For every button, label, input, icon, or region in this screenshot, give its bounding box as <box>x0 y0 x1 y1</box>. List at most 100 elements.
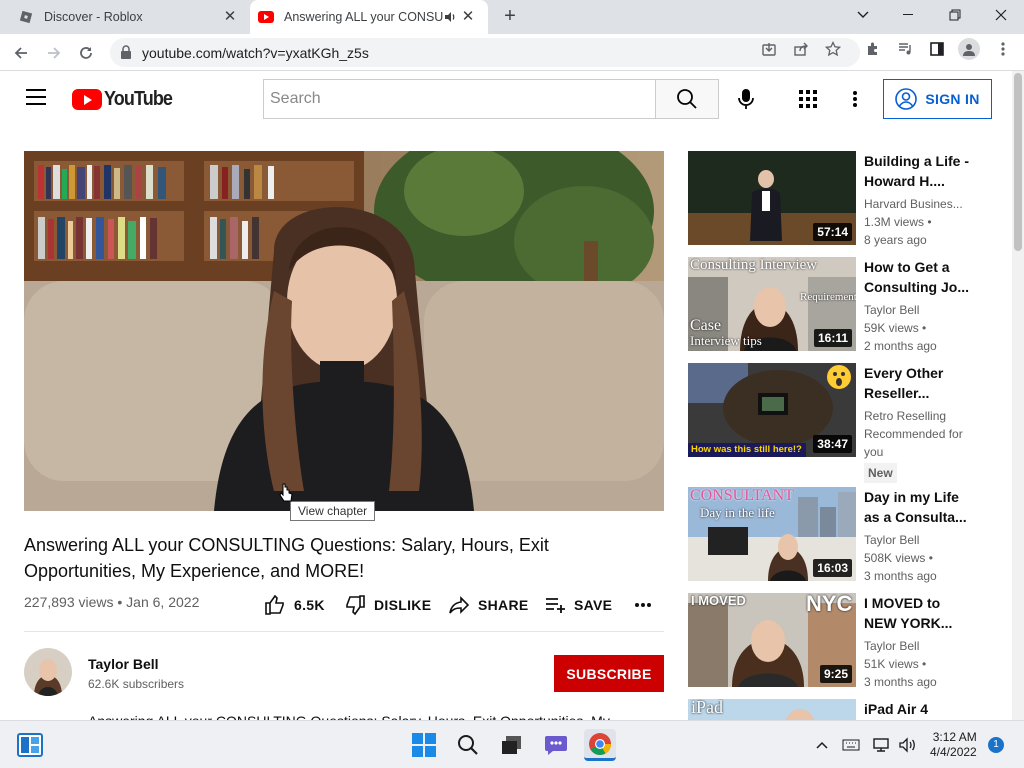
profile-avatar-icon[interactable] <box>958 38 980 60</box>
search-button[interactable] <box>655 79 719 119</box>
rec-age: 2 months ago <box>864 339 937 353</box>
duration-badge: 9:25 <box>819 665 852 683</box>
thumb-text: Consulting Interview <box>690 257 818 273</box>
rec-age: 3 months ago <box>864 675 937 689</box>
rec-title: iPad Air 4 <box>864 701 929 717</box>
lock-icon[interactable] <box>120 45 132 64</box>
thumb-text: Day in the life <box>700 505 775 520</box>
video-thumbnail[interactable]: How was this still here!? 38:47 <box>688 363 856 457</box>
tab-youtube[interactable]: Answering ALL your CONSUL ✕ <box>250 0 488 34</box>
share-page-icon[interactable] <box>792 40 810 58</box>
search-input[interactable]: Search <box>263 79 656 119</box>
menu-hamburger-icon[interactable] <box>26 89 46 109</box>
video-thumbnail[interactable]: 57:14 <box>688 151 856 245</box>
bookmark-star-icon[interactable] <box>824 40 842 58</box>
youtube-masthead: YouTube Search SIGN IN <box>0 71 1012 127</box>
audio-playing-icon[interactable] <box>443 10 457 27</box>
volume-icon[interactable] <box>896 729 918 761</box>
search-icon[interactable] <box>452 729 484 761</box>
chevron-up-icon[interactable] <box>812 729 832 761</box>
channel-avatar[interactable] <box>24 648 72 696</box>
rec-meta: Retro Reselling Recommended for you New <box>864 407 974 483</box>
recommendation-item[interactable]: CONSULTANT Day in the life 16:03 Day in … <box>688 487 1008 583</box>
rec-title: I MOVED to NEW YORK... <box>864 595 953 631</box>
minimize-button[interactable] <box>886 0 932 30</box>
share-label: SHARE <box>478 597 529 613</box>
share-button[interactable]: SHARE <box>448 593 529 617</box>
recommendation-item[interactable]: iPad iPad Air 4 <box>688 699 1008 720</box>
save-label: SAVE <box>574 597 613 613</box>
youtube-logo[interactable]: YouTube <box>72 88 180 111</box>
video-title: Answering ALL your CONSULTING Questions:… <box>24 535 549 581</box>
video-thumbnail[interactable]: Consulting Interview Requirements Case I… <box>688 257 856 351</box>
forward-button[interactable] <box>42 41 66 65</box>
scrollbar-thumb[interactable] <box>1014 73 1022 251</box>
side-panel-icon[interactable] <box>928 40 946 58</box>
like-button[interactable]: 6.5K <box>264 593 325 617</box>
windows-taskbar: 3:12 AM 4/4/2022 1 <box>0 720 1024 768</box>
video-thumbnail[interactable]: I MOVED NYC 9:25 <box>688 593 856 687</box>
tab-roblox[interactable]: Discover - Roblox ✕ <box>0 0 250 34</box>
duration-badge: 16:11 <box>813 329 852 347</box>
extensions-icon[interactable] <box>864 40 882 58</box>
rec-views: 1.3M views • <box>864 215 932 229</box>
address-bar[interactable]: youtube.com/watch?v=yxatKGh_z5s <box>110 38 860 67</box>
close-tab-icon[interactable]: ✕ <box>460 9 476 25</box>
browser-menu-icon[interactable] <box>994 40 1012 58</box>
more-actions-icon[interactable] <box>634 593 652 617</box>
apps-grid-icon[interactable] <box>796 87 820 111</box>
recommendation-item[interactable]: How was this still here!? 38:47 Every Ot… <box>688 363 1008 483</box>
share-icon <box>449 596 470 614</box>
back-button[interactable] <box>9 41 33 65</box>
restore-button[interactable] <box>932 0 978 30</box>
chat-teams-icon[interactable] <box>540 729 572 761</box>
duration-badge: 38:47 <box>813 435 852 453</box>
duration-badge: 57:14 <box>813 223 852 241</box>
chrome-icon[interactable] <box>584 729 616 761</box>
new-tab-button[interactable]: + <box>500 6 520 27</box>
thumbs-up-icon <box>265 594 284 615</box>
close-tab-icon[interactable]: ✕ <box>222 9 238 25</box>
network-icon[interactable] <box>870 729 892 761</box>
video-thumbnail[interactable]: iPad <box>688 699 856 720</box>
page-scrollbar[interactable] <box>1012 71 1024 720</box>
notification-badge[interactable]: 1 <box>988 737 1004 753</box>
system-clock[interactable]: 3:12 AM 4/4/2022 <box>930 730 977 760</box>
reload-button[interactable] <box>74 41 98 65</box>
dislike-label: DISLIKE <box>374 597 432 613</box>
save-button[interactable]: SAVE <box>544 593 612 617</box>
thumbs-down-icon <box>346 595 365 616</box>
video-views-date: 227,893 views • Jan 6, 2022 <box>24 594 200 610</box>
microphone-icon[interactable] <box>734 87 758 111</box>
mouse-cursor-icon <box>279 483 293 508</box>
settings-more-icon[interactable] <box>843 87 867 111</box>
channel-name[interactable]: Taylor Bell <box>88 656 159 672</box>
close-window-button[interactable] <box>978 0 1024 30</box>
media-controls-icon[interactable] <box>896 40 914 58</box>
task-view-icon[interactable] <box>496 729 528 761</box>
rec-views: 508K views • <box>864 551 933 565</box>
rec-title: Day in my Life as a Consulta... <box>864 489 967 525</box>
recommendation-item[interactable]: 57:14 Building a Life - Howard H.... Har… <box>688 151 1008 247</box>
view-chapter-tooltip: View chapter <box>290 501 376 521</box>
roblox-icon <box>18 9 34 25</box>
recommendation-item[interactable]: Consulting Interview Requirements Case I… <box>688 257 1008 353</box>
tab-search-icon[interactable] <box>840 0 886 30</box>
widgets-icon[interactable] <box>14 729 46 761</box>
video-thumbnail[interactable]: CONSULTANT Day in the life 16:03 <box>688 487 856 581</box>
recommendation-item[interactable]: I MOVED NYC 9:25 I MOVED to NEW YORK... … <box>688 593 1008 689</box>
install-app-icon[interactable] <box>760 40 778 58</box>
rec-title: Every Other Reseller... <box>864 365 944 401</box>
playlist-add-icon <box>546 598 565 613</box>
video-player[interactable] <box>24 151 664 511</box>
rec-channel: Taylor Bell <box>864 639 920 653</box>
rec-views: Recommended for <box>864 427 963 441</box>
dislike-button[interactable]: DISLIKE <box>344 593 431 617</box>
keyboard-icon[interactable] <box>840 729 862 761</box>
rec-channel: Taylor Bell <box>864 533 920 547</box>
sign-in-button[interactable]: SIGN IN <box>883 79 992 119</box>
subscribe-button[interactable]: SUBSCRIBE <box>554 655 664 692</box>
tab-title: Discover - Roblox <box>44 10 143 24</box>
start-windows-icon[interactable] <box>408 729 440 761</box>
rec-title: How to Get a Consulting Jo... <box>864 259 969 295</box>
